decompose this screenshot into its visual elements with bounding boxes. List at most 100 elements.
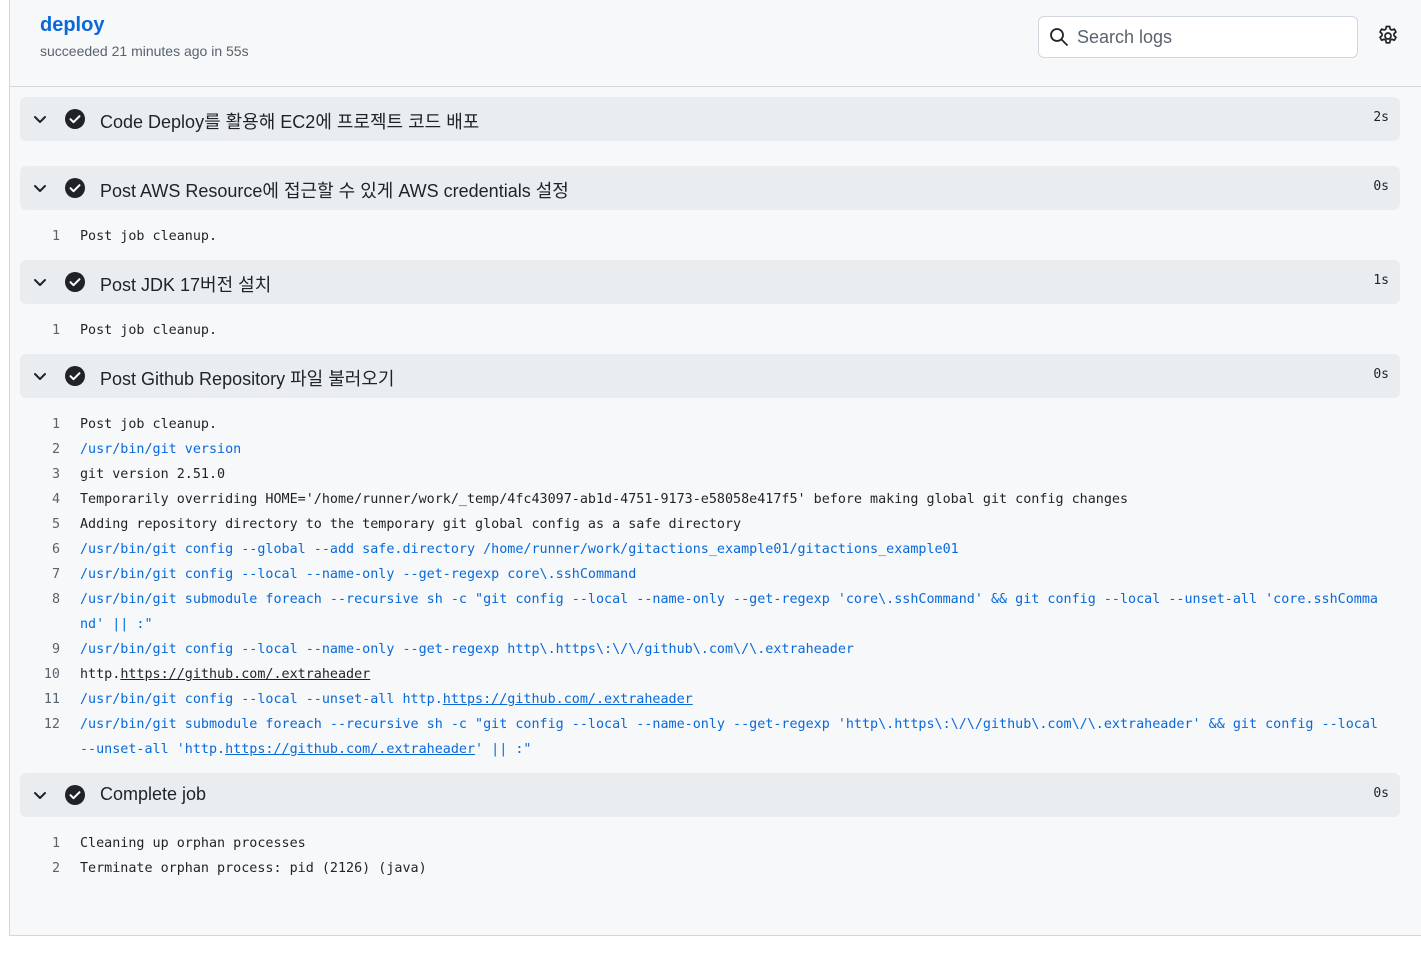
step-duration: 1s	[1373, 273, 1389, 288]
log-link[interactable]: https://github.com/.extraheader	[225, 742, 475, 757]
line-number[interactable]: 9	[20, 637, 80, 662]
log-text: Temporarily overriding HOME='/home/runne…	[80, 492, 1129, 507]
log-text: /usr/bin/git version	[80, 442, 242, 457]
step-header[interactable]: Complete job 0s	[20, 773, 1400, 817]
line-number[interactable]: 7	[20, 562, 80, 587]
line-number[interactable]: 1	[20, 412, 80, 437]
step-header[interactable]: Post AWS Resource에 접근할 수 있게 AWS credenti…	[20, 166, 1400, 210]
step-header[interactable]: Post JDK 17버전 설치 1s	[20, 260, 1400, 304]
log-content: /usr/bin/git config --global --add safe.…	[80, 537, 1380, 562]
log-content: Terminate orphan process: pid (2126) (ja…	[80, 856, 1380, 881]
log-line: 2 Terminate orphan process: pid (2126) (j…	[20, 856, 1400, 881]
log-content: /usr/bin/git submodule foreach --recursi…	[80, 712, 1380, 762]
line-number[interactable]: 12	[20, 712, 80, 762]
step-log: 1 Post job cleanup. 2/usr/bin/git version 3…	[20, 398, 1400, 773]
log-text: git version 2.51.0	[80, 467, 226, 482]
log-text: /usr/bin/git submodule foreach --recursi…	[80, 592, 1378, 632]
job-status: succeeded 21 minutes ago in 55s	[40, 43, 249, 59]
log-line: 1 Post job cleanup.	[20, 412, 1400, 437]
log-content: Temporarily overriding HOME='/home/runne…	[80, 487, 1380, 512]
chevron-down-icon[interactable]	[32, 368, 48, 384]
check-circle-icon	[65, 366, 85, 386]
line-number[interactable]: 4	[20, 487, 80, 512]
log-text: Post job cleanup.	[80, 229, 218, 244]
log-text: Post job cleanup.	[80, 323, 218, 338]
step-name: Code Deploy를 활용해 EC2에 프로젝트 코드 배포	[100, 112, 480, 132]
log-content: Cleaning up orphan processes	[80, 831, 1380, 856]
log-content: /usr/bin/git config --local --name-only …	[80, 562, 1380, 587]
chevron-down-icon[interactable]	[32, 111, 48, 127]
log-link[interactable]: https://github.com/.extraheader	[443, 692, 693, 707]
log-content: Post job cleanup.	[80, 412, 1380, 437]
step: Post AWS Resource에 접근할 수 있게 AWS credenti…	[20, 166, 1400, 260]
step-duration: 0s	[1373, 179, 1389, 194]
line-number[interactable]: 2	[20, 856, 80, 881]
step-name: Post Github Repository 파일 불러오기	[100, 369, 395, 389]
log-line: 11/usr/bin/git config --local --unset-al…	[20, 687, 1400, 712]
step-header[interactable]: Post Github Repository 파일 불러오기 0s	[20, 354, 1400, 398]
log-content: Post job cleanup.	[80, 318, 1380, 343]
log-content: git version 2.51.0	[80, 462, 1380, 487]
search-logs-box[interactable]	[1038, 16, 1358, 58]
step-header[interactable]: Code Deploy를 활용해 EC2에 프로젝트 코드 배포 2s	[20, 97, 1400, 141]
line-number[interactable]: 8	[20, 587, 80, 637]
log-content: Adding repository directory to the tempo…	[80, 512, 1380, 537]
log-text: Terminate orphan process: pid (2126) (ja…	[80, 861, 427, 876]
step-duration: 0s	[1373, 367, 1389, 382]
log-line: 7/usr/bin/git config --local --name-only…	[20, 562, 1400, 587]
chevron-down-icon[interactable]	[32, 274, 48, 290]
line-number[interactable]: 1	[20, 224, 80, 249]
log-text: /usr/bin/git config --local --name-only …	[80, 567, 637, 582]
search-logs-input[interactable]	[1077, 23, 1347, 51]
job-title[interactable]: deploy	[40, 14, 104, 37]
log-line: 4 Temporarily overriding HOME='/home/runn…	[20, 487, 1400, 512]
check-circle-icon	[65, 785, 85, 805]
log-text: /usr/bin/git config --global --add safe.…	[80, 542, 959, 557]
line-number[interactable]: 3	[20, 462, 80, 487]
step: Post Github Repository 파일 불러오기 0s 1 Post jo…	[20, 354, 1400, 773]
log-line: 10 http.https://github.com/.extraheader	[20, 662, 1400, 687]
step-log	[20, 141, 1400, 166]
step: Code Deploy를 활용해 EC2에 프로젝트 코드 배포 2s	[20, 97, 1400, 166]
chevron-down-icon[interactable]	[32, 787, 48, 803]
search-icon	[1050, 28, 1068, 46]
log-line: 12/usr/bin/git submodule foreach --recur…	[20, 712, 1400, 762]
line-number[interactable]: 10	[20, 662, 80, 687]
gear-icon[interactable]	[1376, 24, 1400, 48]
line-number[interactable]: 1	[20, 318, 80, 343]
log-line: 6/usr/bin/git config --global --add safe…	[20, 537, 1400, 562]
log-text: /usr/bin/git config --local --name-only …	[80, 642, 854, 657]
log-content: /usr/bin/git config --local --unset-all …	[80, 687, 1380, 712]
log-line: 1 Post job cleanup.	[20, 224, 1400, 249]
line-number[interactable]: 6	[20, 537, 80, 562]
step-name: Post AWS Resource에 접근할 수 있게 AWS credenti…	[100, 181, 569, 201]
check-circle-icon	[65, 272, 85, 292]
line-number[interactable]: 1	[20, 831, 80, 856]
check-circle-icon	[65, 109, 85, 129]
line-number[interactable]: 11	[20, 687, 80, 712]
log-line: 1 Post job cleanup.	[20, 318, 1400, 343]
log-text: ' || :"	[475, 742, 532, 757]
log-line: 3 git version 2.51.0	[20, 462, 1400, 487]
step: Post JDK 17버전 설치 1s 1 Post job cleanup.	[20, 260, 1400, 354]
log-line: 9/usr/bin/git config --local --name-only…	[20, 637, 1400, 662]
log-line: 8/usr/bin/git submodule foreach --recurs…	[20, 587, 1400, 637]
log-line: 5 Adding repository directory to the temp…	[20, 512, 1400, 537]
log-content: /usr/bin/git submodule foreach --recursi…	[80, 587, 1380, 637]
step-log: 1 Post job cleanup.	[20, 210, 1400, 260]
log-content: http.https://github.com/.extraheader	[80, 662, 1380, 687]
log-text: Adding repository directory to the tempo…	[80, 517, 742, 532]
log-text: Post job cleanup.	[80, 417, 218, 432]
log-line: 1 Cleaning up orphan processes	[20, 831, 1400, 856]
line-number[interactable]: 5	[20, 512, 80, 537]
steps-list: Code Deploy를 활용해 EC2에 프로젝트 코드 배포 2s Post A…	[20, 97, 1400, 892]
job-header: deploy succeeded 21 minutes ago in 55s	[10, 0, 1421, 87]
log-link[interactable]: https://github.com/.extraheader	[120, 667, 370, 682]
chevron-down-icon[interactable]	[32, 180, 48, 196]
log-text: http.	[80, 667, 121, 682]
step: Complete job 0s 1 Cleaning up orphan proces…	[20, 773, 1400, 892]
log-content: /usr/bin/git config --local --name-only …	[80, 637, 1380, 662]
log-line: 2/usr/bin/git version	[20, 437, 1400, 462]
log-text: /usr/bin/git config --local --unset-all …	[80, 692, 443, 707]
line-number[interactable]: 2	[20, 437, 80, 462]
